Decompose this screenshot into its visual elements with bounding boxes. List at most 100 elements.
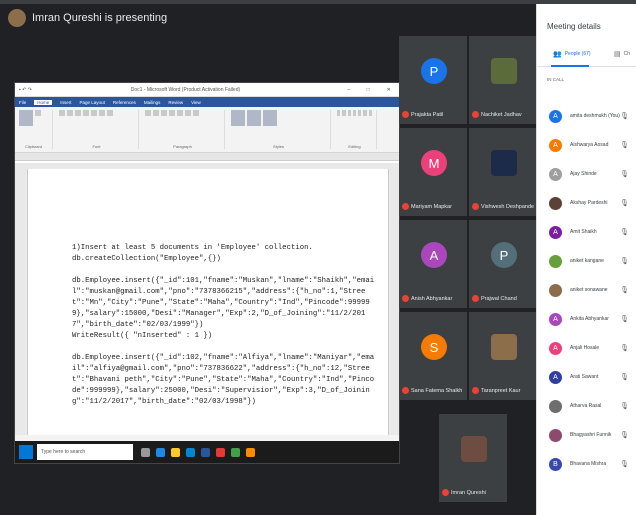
mic-off-icon[interactable]: 🎙 bbox=[620, 373, 629, 381]
mic-off-icon[interactable]: 🎙 bbox=[620, 315, 629, 323]
maximize-icon[interactable]: □ bbox=[367, 87, 370, 93]
participant-name: Nachiket Jadhav bbox=[472, 111, 535, 118]
active-tab-indicator bbox=[551, 65, 589, 67]
ribbon-button[interactable] bbox=[352, 110, 357, 116]
people-list-item[interactable]: A Ankita Abhyankar 🎙 bbox=[537, 309, 636, 329]
menu-page-layout[interactable]: Page Layout bbox=[80, 100, 105, 105]
ribbon-button[interactable] bbox=[153, 110, 159, 116]
edge-icon[interactable] bbox=[156, 447, 165, 457]
tab-chat-label: Ch bbox=[623, 50, 631, 57]
mic-off-icon[interactable]: 🎙 bbox=[620, 257, 629, 265]
ribbon-button[interactable] bbox=[59, 110, 65, 116]
people-list-item[interactable]: aniket kangane 🎙 bbox=[537, 251, 636, 271]
file-explorer-icon[interactable] bbox=[171, 447, 180, 457]
meeting-details-panel: Meeting details 👥 People (67) ▤ Ch IN CA… bbox=[536, 4, 636, 515]
mic-off-icon[interactable]: 🎙 bbox=[620, 402, 629, 410]
people-list-item[interactable]: Atharva Rasal 🎙 bbox=[537, 396, 636, 416]
ribbon-button[interactable] bbox=[193, 110, 199, 116]
participant-tile[interactable]: Vishwesh Deshpande bbox=[469, 128, 537, 216]
ribbon-button[interactable] bbox=[263, 110, 277, 126]
tab-chat[interactable]: ▤ Ch bbox=[606, 50, 636, 58]
close-icon[interactable]: ✕ bbox=[386, 87, 390, 93]
windows-start-icon[interactable] bbox=[19, 445, 33, 459]
ribbon-button[interactable] bbox=[231, 110, 245, 126]
app-icon[interactable] bbox=[216, 447, 225, 457]
ribbon-button[interactable] bbox=[145, 110, 151, 116]
people-list-item[interactable]: aniket sonawane 🎙 bbox=[537, 280, 636, 300]
mic-off-icon[interactable]: 🎙 bbox=[620, 228, 629, 236]
people-list-item[interactable]: A Anjali Hosale 🎙 bbox=[537, 338, 636, 358]
taskbar-search[interactable]: Type here to search bbox=[37, 444, 133, 460]
participant-tile[interactable]: Nachiket Jadhav bbox=[469, 36, 537, 124]
minimize-icon[interactable]: – bbox=[347, 87, 350, 93]
mic-off-icon[interactable]: 🎙 bbox=[620, 431, 629, 439]
participant-avatar: P bbox=[491, 242, 517, 268]
ribbon-button[interactable] bbox=[35, 110, 41, 116]
ribbon-button[interactable] bbox=[177, 110, 183, 116]
word-icon[interactable] bbox=[201, 447, 210, 457]
participant-tile[interactable]: M Mariyam Mapkar bbox=[399, 128, 467, 216]
person-name: aniket sonawane bbox=[570, 287, 608, 293]
tab-people[interactable]: 👥 People (67) bbox=[537, 50, 606, 58]
participant-tile[interactable]: P Prajwal Chand bbox=[469, 220, 537, 308]
participant-tile[interactable]: P Prajakta Patil bbox=[399, 36, 467, 124]
person-name: Aishwarya Aosad bbox=[570, 142, 609, 148]
people-list-item[interactable]: A Amit Shaikh 🎙 bbox=[537, 222, 636, 242]
people-list-item[interactable]: Aamita deshmukh (You) 🎙 bbox=[537, 106, 636, 126]
ribbon-button[interactable] bbox=[337, 110, 341, 116]
participant-tile[interactable]: Imran Qureshi bbox=[439, 414, 507, 502]
document-text: 1)Insert at least 5 documents in 'Employ… bbox=[72, 243, 378, 408]
word-menu: File Home Insert Page Layout References Maili… bbox=[15, 97, 399, 107]
ribbon-button[interactable] bbox=[99, 110, 105, 116]
participant-tile[interactable]: Taranpreet Kaur bbox=[469, 312, 537, 400]
ribbon-button[interactable] bbox=[358, 110, 362, 116]
ribbon-button[interactable] bbox=[247, 110, 261, 126]
ribbon-button[interactable] bbox=[75, 110, 81, 116]
task-view-icon[interactable] bbox=[141, 447, 150, 457]
menu-file[interactable]: File bbox=[19, 100, 26, 105]
people-list-item[interactable]: Akshay Pardeshi 🎙 bbox=[537, 193, 636, 213]
mic-off-icon[interactable]: 🎙 bbox=[620, 460, 629, 468]
ribbon-button[interactable] bbox=[169, 110, 175, 116]
menu-home[interactable]: Home bbox=[34, 99, 53, 105]
ribbon-button[interactable] bbox=[368, 110, 372, 116]
store-icon[interactable] bbox=[186, 447, 195, 457]
participant-tile[interactable]: A Anish Abhyankar bbox=[399, 220, 467, 308]
ribbon-group-label: Styles bbox=[273, 144, 284, 149]
menu-insert[interactable]: Insert bbox=[60, 100, 71, 105]
people-list-item[interactable]: A Aishwarya Aosad 🎙 bbox=[537, 135, 636, 155]
menu-view[interactable]: View bbox=[191, 100, 201, 105]
menu-mailings[interactable]: Mailings bbox=[144, 100, 161, 105]
person-name: Amit Shaikh bbox=[570, 229, 597, 235]
ribbon-button[interactable] bbox=[91, 110, 97, 116]
mic-off-icon[interactable]: 🎙 bbox=[620, 170, 629, 178]
mic-off-icon[interactable]: 🎙 bbox=[620, 141, 629, 149]
ribbon-button[interactable] bbox=[347, 110, 351, 116]
word-quick-access: ▪ ↶ ↷ bbox=[19, 86, 32, 93]
mic-off-icon[interactable]: 🎙 bbox=[620, 344, 629, 352]
menu-review[interactable]: Review bbox=[168, 100, 183, 105]
mic-off-icon[interactable]: 🎙 bbox=[620, 199, 629, 207]
mic-off-icon[interactable]: 🎙 bbox=[620, 286, 629, 294]
participant-name-text: Nachiket Jadhav bbox=[481, 111, 522, 118]
people-list-item[interactable]: B Bhavana Mishra 🎙 bbox=[537, 454, 636, 474]
chrome-icon[interactable] bbox=[231, 447, 240, 457]
ribbon-button[interactable] bbox=[342, 110, 346, 116]
ribbon-button[interactable] bbox=[185, 110, 191, 116]
ribbon-button[interactable] bbox=[67, 110, 73, 116]
app-icon[interactable] bbox=[246, 447, 255, 457]
menu-references[interactable]: References bbox=[113, 100, 136, 105]
people-list-item[interactable]: A Arati Sawant 🎙 bbox=[537, 367, 636, 387]
ribbon-buttons bbox=[337, 110, 372, 116]
people-list-item[interactable]: A Ajay Shinde 🎙 bbox=[537, 164, 636, 184]
ribbon-button[interactable] bbox=[363, 110, 367, 116]
ribbon-button[interactable] bbox=[107, 110, 113, 116]
ribbon-button[interactable] bbox=[83, 110, 89, 116]
mic-off-icon bbox=[402, 387, 409, 394]
mic-off-icon[interactable]: 🎙 bbox=[620, 112, 629, 120]
document-page[interactable]: 1)Insert at least 5 documents in 'Employ… bbox=[27, 169, 389, 435]
ribbon-button[interactable] bbox=[161, 110, 167, 116]
people-list-item[interactable]: Bhagyashri Funnik 🎙 bbox=[537, 425, 636, 445]
ribbon-button[interactable] bbox=[19, 110, 33, 126]
participant-tile[interactable]: S Sana Fatema Shaikh bbox=[399, 312, 467, 400]
